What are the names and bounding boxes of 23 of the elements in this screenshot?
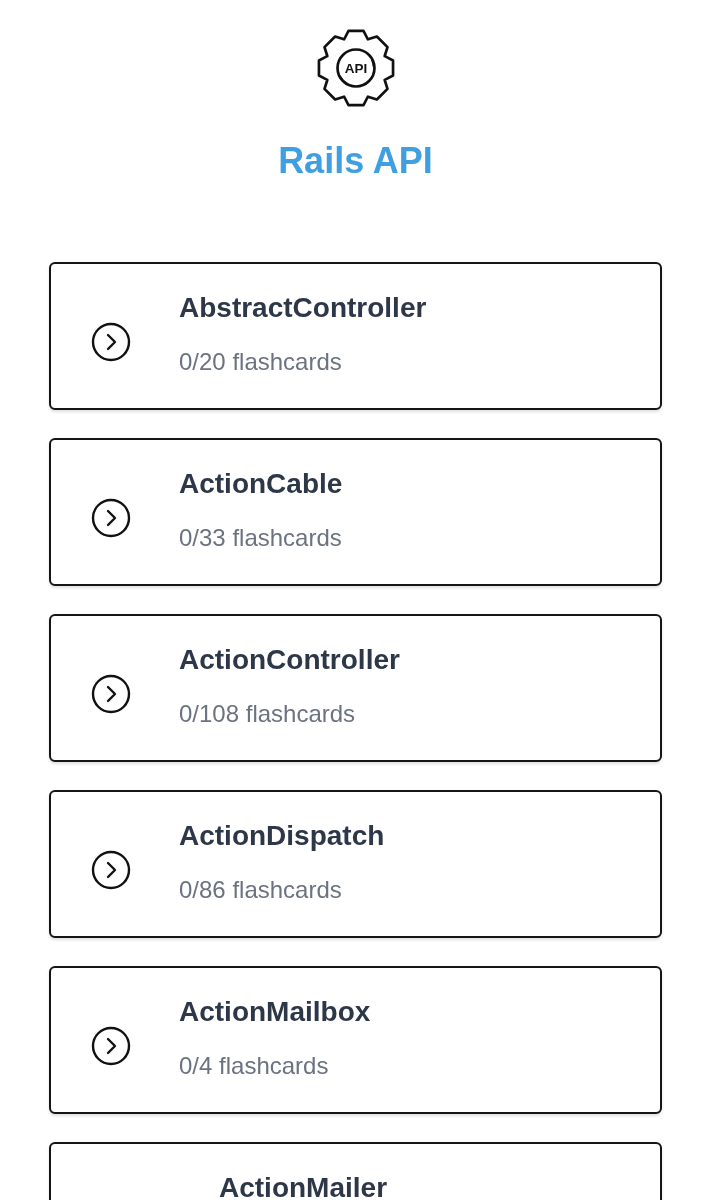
topic-title: ActionMailer — [219, 1171, 388, 1200]
topic-title: ActionMailbox — [179, 995, 371, 1029]
app-title: Rails API — [277, 139, 434, 183]
topic-card[interactable]: ActionMailbox 0/4 flashcards — [49, 966, 662, 1114]
topic-title: ActionCable — [179, 467, 343, 501]
flashcard-count: 0/86 flashcards — [179, 875, 343, 905]
chevron-circle-icon — [91, 850, 131, 890]
topic-card[interactable]: ActionController 0/108 flashcards — [49, 614, 662, 762]
topic-title: ActionController — [179, 643, 400, 677]
flashcard-count: 0/20 flashcards — [179, 347, 343, 377]
flashcard-count: 0/108 flashcards — [179, 699, 357, 729]
flashcard-count: 0/4 flashcards — [179, 1051, 330, 1081]
flashcard-count: 0/33 flashcards — [179, 523, 343, 553]
chevron-circle-icon — [91, 322, 131, 362]
chevron-circle-icon — [91, 498, 131, 538]
topic-card[interactable]: ActionMailer — [49, 1142, 662, 1200]
topic-card[interactable]: ActionDispatch 0/86 flashcards — [49, 790, 662, 938]
topic-title: AbstractController — [179, 291, 427, 325]
topic-card[interactable]: AbstractController 0/20 flashcards — [49, 262, 662, 410]
chevron-circle-icon — [91, 1026, 131, 1066]
topic-title: ActionDispatch — [179, 819, 385, 853]
chevron-circle-icon — [91, 674, 131, 714]
topic-card[interactable]: ActionCable 0/33 flashcards — [49, 438, 662, 586]
